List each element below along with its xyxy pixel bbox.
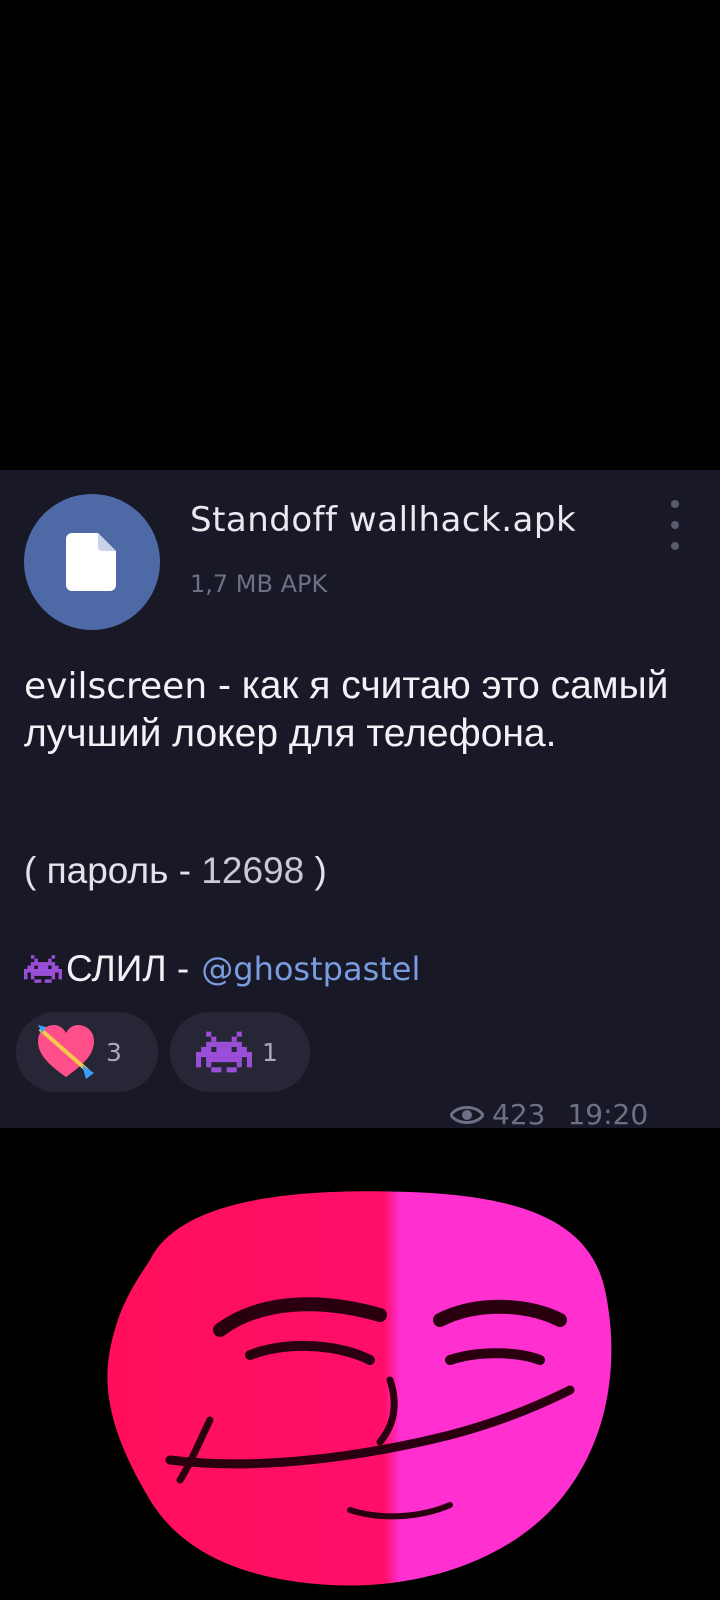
document-icon	[66, 533, 116, 591]
reaction-count: 1	[262, 1037, 278, 1067]
password-value: 12698	[201, 850, 305, 891]
troll-face-image	[107, 1191, 612, 1586]
file-size: 1,7 MB APK	[190, 570, 328, 598]
message-text: evilscreen - как я считаю это самый лучш…	[24, 662, 704, 757]
password-prefix: ( пароль -	[24, 850, 202, 891]
more-options-icon[interactable]	[668, 500, 682, 550]
password-line: ( пароль - 12698 )	[24, 850, 327, 892]
message-footer: 423 19:20	[450, 1098, 648, 1131]
reaction-alien[interactable]: 1	[170, 1012, 310, 1092]
password-suffix: )	[304, 850, 327, 891]
reaction-count: 3	[106, 1037, 122, 1067]
leak-line: СЛИЛ - @ghostpastel	[24, 948, 420, 990]
alien-monster-icon	[24, 955, 62, 983]
channel-link[interactable]: @ghostpastel	[201, 950, 420, 988]
message-lead: evilscreen	[24, 666, 208, 707]
file-download-button[interactable]	[24, 494, 160, 630]
message-bubble[interactable]: Standoff wallhack.apk 1,7 MB APK evilscr…	[0, 470, 720, 1131]
reaction-heart[interactable]: 3	[16, 1012, 158, 1092]
eye-icon	[450, 1105, 484, 1124]
heart-with-arrow-icon	[38, 1025, 94, 1079]
message-time: 19:20	[567, 1098, 649, 1131]
alien-monster-icon	[196, 1031, 252, 1073]
view-count: 423	[492, 1098, 546, 1131]
file-name: Standoff wallhack.apk	[190, 500, 577, 540]
leak-label: СЛИЛ -	[66, 948, 190, 989]
